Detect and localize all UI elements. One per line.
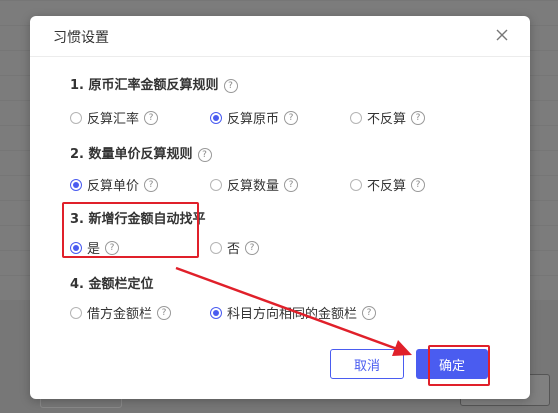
annotation-highlight-box bbox=[62, 202, 199, 258]
cancel-button[interactable]: 取消 bbox=[330, 349, 404, 379]
radio-label: 否 bbox=[227, 242, 241, 257]
help-icon[interactable]: ? bbox=[197, 147, 212, 162]
help-icon[interactable]: ? bbox=[144, 110, 159, 125]
radio-button[interactable] bbox=[210, 241, 222, 254]
radio-button[interactable] bbox=[70, 111, 82, 124]
section-title-text: 1. 原币汇率金额反算规则 bbox=[70, 78, 219, 93]
radio-option-recalc-rate[interactable]: 反算汇率 ? bbox=[70, 108, 159, 127]
annotation-highlight-box-ok bbox=[428, 345, 490, 386]
radio-label: 反算单价 bbox=[87, 179, 140, 194]
radio-button-checked[interactable] bbox=[210, 111, 222, 124]
radio-option-recalc-price[interactable]: 反算单价 ? bbox=[70, 175, 159, 194]
radio-button[interactable] bbox=[350, 111, 362, 124]
radio-button[interactable] bbox=[70, 306, 82, 319]
radio-button[interactable] bbox=[350, 178, 362, 191]
close-icon[interactable] bbox=[494, 27, 510, 43]
radio-label: 反算数量 bbox=[227, 179, 280, 194]
section-title-text: 4. 金额栏定位 bbox=[70, 277, 154, 292]
radio-option-same-direction-column[interactable]: 科目方向相同的金额栏 ? bbox=[210, 303, 377, 322]
radio-option-no-recalc[interactable]: 不反算 ? bbox=[350, 108, 426, 127]
help-icon[interactable]: ? bbox=[411, 110, 426, 125]
help-icon[interactable]: ? bbox=[157, 305, 172, 320]
radio-option-recalc-quantity[interactable]: 反算数量 ? bbox=[210, 175, 299, 194]
settings-dialog: 习惯设置 1. 原币汇率金额反算规则? 反算汇率 ? 反算原币 ? 不反算 ? … bbox=[30, 16, 530, 399]
help-icon[interactable]: ? bbox=[245, 240, 260, 255]
radio-label: 借方金额栏 bbox=[87, 307, 153, 322]
section-title-quantity-rule: 2. 数量单价反算规则? bbox=[70, 143, 212, 162]
help-icon[interactable]: ? bbox=[223, 78, 238, 93]
help-icon[interactable]: ? bbox=[362, 305, 377, 320]
radio-option-recalc-original[interactable]: 反算原币 ? bbox=[210, 108, 299, 127]
dialog-title: 习惯设置 bbox=[53, 30, 109, 46]
radio-label: 不反算 bbox=[367, 112, 407, 127]
radio-label: 反算原币 bbox=[227, 112, 280, 127]
section-title-amount-column: 4. 金额栏定位 bbox=[70, 273, 154, 292]
radio-option-debit-column[interactable]: 借方金额栏 ? bbox=[70, 303, 172, 322]
radio-label: 科目方向相同的金额栏 bbox=[227, 307, 358, 322]
radio-option-no-recalc-2[interactable]: 不反算 ? bbox=[350, 175, 426, 194]
radio-option-no[interactable]: 否 ? bbox=[210, 238, 260, 257]
help-icon[interactable]: ? bbox=[144, 177, 159, 192]
section-title-text: 2. 数量单价反算规则 bbox=[70, 147, 193, 162]
section-title-exchange-rule: 1. 原币汇率金额反算规则? bbox=[70, 74, 238, 93]
help-icon[interactable]: ? bbox=[284, 177, 299, 192]
radio-button-checked[interactable] bbox=[210, 306, 222, 319]
help-icon[interactable]: ? bbox=[284, 110, 299, 125]
radio-button-checked[interactable] bbox=[70, 178, 82, 191]
radio-label: 反算汇率 bbox=[87, 112, 140, 127]
help-icon[interactable]: ? bbox=[411, 177, 426, 192]
dialog-header: 习惯设置 bbox=[30, 16, 530, 57]
radio-button[interactable] bbox=[210, 178, 222, 191]
radio-label: 不反算 bbox=[367, 179, 407, 194]
